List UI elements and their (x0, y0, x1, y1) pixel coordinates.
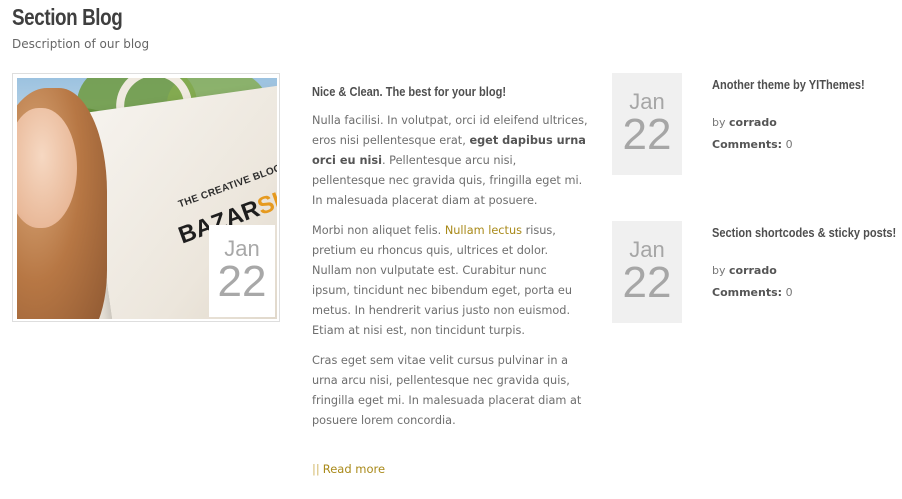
date-day: 22 (622, 258, 672, 307)
inline-link[interactable]: Nullam lectus (445, 224, 522, 237)
author-link[interactable]: corrado (729, 116, 777, 129)
post-comments[interactable]: Comments: 0 (712, 286, 793, 299)
read-more-link[interactable]: || Read more (312, 462, 385, 476)
post-paragraph-3: Cras eget sem vitae velit cursus pulvina… (312, 354, 582, 427)
side-post-title[interactable]: Another theme by YIThemes! (712, 77, 865, 92)
post-excerpt: Nulla facilisi. In volutpat, orci id ele… (312, 111, 588, 441)
featured-post-image[interactable]: THE CREATIVE BLOG OF BAZARSHOP Jan 22 (12, 73, 280, 322)
section-description: Description of our blog (12, 37, 150, 51)
section-title: Section Blog (12, 4, 123, 30)
post-author: by corrado (712, 116, 777, 129)
side-post: Jan 22 Section shortcodes & sticky posts… (612, 221, 896, 323)
date-day: 22 (217, 257, 267, 306)
post-paragraph-2: Morbi non aliquet felis. Nullam lectus r… (312, 224, 573, 337)
date-day: 22 (622, 110, 672, 159)
read-more-bars-icon: || (312, 462, 320, 476)
featured-date-badge: Jan 22 (209, 225, 275, 317)
side-post-title[interactable]: Section shortcodes & sticky posts! (712, 225, 896, 240)
date-badge: Jan 22 (612, 73, 682, 175)
post-title[interactable]: Nice & Clean. The best for your blog! (312, 84, 506, 99)
author-link[interactable]: corrado (729, 264, 777, 277)
side-post: Jan 22 Another theme by YIThemes! by cor… (612, 73, 892, 175)
date-badge: Jan 22 (612, 221, 682, 323)
post-paragraph-1: Nulla facilisi. In volutpat, orci id ele… (312, 114, 588, 207)
post-comments[interactable]: Comments: 0 (712, 138, 793, 151)
post-author: by corrado (712, 264, 777, 277)
